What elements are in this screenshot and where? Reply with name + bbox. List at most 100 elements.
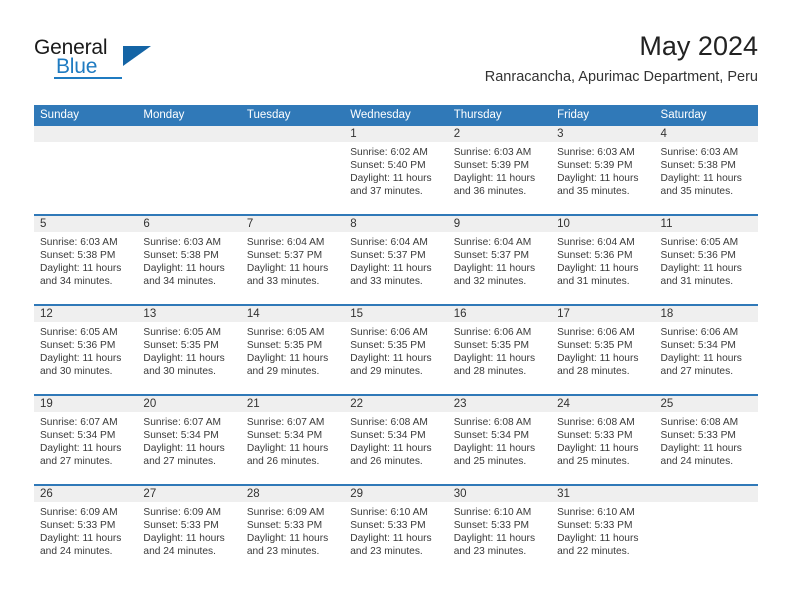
day-sunset-text: Sunset: 5:33 PM bbox=[246, 520, 323, 532]
logo-word-blue: Blue bbox=[56, 55, 98, 78]
calendar-day-cell[interactable]: 9 Sunrise: 6:04 AM Sunset: 5:37 PM Daylight… bbox=[447, 216, 552, 304]
day-sunset-text: Sunset: 5:34 PM bbox=[143, 430, 219, 442]
day-daylight2-text: and 26 minutes. bbox=[246, 456, 320, 468]
day-number-band bbox=[137, 216, 241, 232]
day-number: 24 bbox=[557, 398, 570, 410]
weekday-header-friday: Friday bbox=[557, 109, 590, 121]
day-daylight2-text: and 23 minutes. bbox=[246, 546, 320, 558]
day-sunset-text: Sunset: 5:33 PM bbox=[660, 430, 736, 442]
day-sunrise-text: Sunrise: 6:04 AM bbox=[246, 237, 325, 248]
day-daylight1-text: Daylight: 11 hours bbox=[557, 443, 639, 455]
day-daylight1-text: Daylight: 11 hours bbox=[143, 263, 225, 275]
day-sunrise-text: Sunrise: 6:04 AM bbox=[557, 237, 635, 248]
title-block: May 2024 Ranracancha, Apurimac Departmen… bbox=[485, 30, 758, 86]
weekday-header-saturday: Saturday bbox=[660, 109, 707, 121]
day-daylight2-text: and 25 minutes. bbox=[557, 456, 630, 468]
day-sun-info: Sunrise: 6:04 AM Sunset: 5:37 PM Daylight:… bbox=[448, 232, 551, 288]
calendar-day-cell[interactable]: 15 Sunrise: 6:06 AM Sunset: 5:35 PM Dayligh… bbox=[344, 306, 448, 394]
day-daylight1-text: Daylight: 11 hours bbox=[246, 263, 329, 275]
day-daylight1-text: Daylight: 11 hours bbox=[40, 353, 122, 365]
day-number: 31 bbox=[557, 488, 570, 500]
weekday-header-thursday: Thursday bbox=[453, 109, 502, 121]
general-blue-logo[interactable]: General Blue bbox=[34, 36, 164, 84]
calendar-day-cell[interactable]: 16 Sunrise: 6:06 AM Sunset: 5:35 PM Dayligh… bbox=[447, 306, 552, 394]
day-number: 2 bbox=[453, 128, 461, 140]
day-daylight1-text: Daylight: 11 hours bbox=[557, 263, 639, 275]
calendar-day-cell[interactable]: 17 Sunrise: 6:06 AM Sunset: 5:35 PM Dayligh… bbox=[551, 306, 655, 394]
day-sun-info: Sunrise: 6:03 AM Sunset: 5:39 PM Daylight:… bbox=[551, 142, 654, 198]
calendar-day-cell-empty bbox=[137, 126, 241, 214]
day-sunset-text: Sunset: 5:34 PM bbox=[660, 340, 736, 352]
calendar-day-cell[interactable]: 10 Sunrise: 6:04 AM Sunset: 5:36 PM Dayligh… bbox=[551, 216, 655, 304]
day-sun-info: Sunrise: 6:07 AM Sunset: 5:34 PM Daylight:… bbox=[241, 412, 344, 468]
calendar-grid: Sunday Monday Tuesday Wednesday Thursday… bbox=[34, 105, 758, 574]
day-daylight1-text: Daylight: 11 hours bbox=[453, 173, 536, 185]
day-number: 13 bbox=[143, 308, 157, 320]
calendar-week-inner: 5 Sunrise: 6:03 AM Sunset: 5:38 PM Daylight… bbox=[34, 216, 758, 304]
day-number: 21 bbox=[246, 398, 260, 410]
calendar-day-cell[interactable]: 7 Sunrise: 6:04 AM Sunset: 5:37 PM Daylight… bbox=[240, 216, 345, 304]
calendar-day-cell[interactable]: 22 Sunrise: 6:08 AM Sunset: 5:34 PM Dayligh… bbox=[344, 396, 448, 484]
day-sunset-text: Sunset: 5:38 PM bbox=[660, 160, 736, 172]
day-sunrise-text: Sunrise: 6:07 AM bbox=[40, 417, 118, 428]
calendar-day-cell[interactable]: 20 Sunrise: 6:07 AM Sunset: 5:34 PM Dayligh… bbox=[137, 396, 241, 484]
calendar-day-cell[interactable]: 4 Sunrise: 6:03 AM Sunset: 5:38 PM Daylight… bbox=[654, 126, 758, 214]
calendar-day-cell[interactable]: 6 Sunrise: 6:03 AM Sunset: 5:38 PM Daylight… bbox=[137, 216, 241, 304]
day-sun-info: Sunrise: 6:07 AM Sunset: 5:34 PM Daylight:… bbox=[34, 412, 137, 468]
calendar-day-cell[interactable]: 14 Sunrise: 6:05 AM Sunset: 5:35 PM Dayligh… bbox=[240, 306, 345, 394]
day-sun-info: Sunrise: 6:08 AM Sunset: 5:34 PM Daylight:… bbox=[344, 412, 447, 468]
calendar-day-cell[interactable]: 27 Sunrise: 6:09 AM Sunset: 5:33 PM Dayligh… bbox=[137, 486, 241, 574]
day-sunset-text: Sunset: 5:33 PM bbox=[40, 520, 116, 532]
calendar-day-cell[interactable]: 26 Sunrise: 6:09 AM Sunset: 5:33 PM Dayligh… bbox=[34, 486, 138, 574]
day-number: 26 bbox=[40, 488, 53, 500]
day-sun-info: Sunrise: 6:06 AM Sunset: 5:35 PM Daylight:… bbox=[344, 322, 447, 378]
calendar-day-cell[interactable]: 5 Sunrise: 6:03 AM Sunset: 5:38 PM Daylight… bbox=[34, 216, 138, 304]
calendar-day-cell[interactable]: 29 Sunrise: 6:10 AM Sunset: 5:33 PM Dayligh… bbox=[344, 486, 448, 574]
day-daylight1-text: Daylight: 11 hours bbox=[246, 443, 329, 455]
calendar-day-cell[interactable]: 30 Sunrise: 6:10 AM Sunset: 5:33 PM Dayligh… bbox=[447, 486, 552, 574]
day-number: 8 bbox=[350, 218, 357, 230]
day-sun-info: Sunrise: 6:03 AM Sunset: 5:38 PM Daylight:… bbox=[137, 232, 240, 288]
day-number: 17 bbox=[557, 308, 570, 320]
day-sunrise-text: Sunrise: 6:08 AM bbox=[350, 417, 428, 428]
day-sunrise-text: Sunrise: 6:08 AM bbox=[660, 417, 739, 428]
day-daylight1-text: Daylight: 11 hours bbox=[246, 533, 329, 545]
day-sunset-text: Sunset: 5:40 PM bbox=[350, 160, 426, 172]
day-number-band bbox=[447, 216, 552, 232]
day-sun-info: Sunrise: 6:03 AM Sunset: 5:39 PM Daylight:… bbox=[448, 142, 551, 198]
calendar-week-row: 12 Sunrise: 6:05 AM Sunset: 5:36 PM Dayligh… bbox=[34, 304, 758, 394]
day-sunrise-text: Sunrise: 6:08 AM bbox=[557, 417, 635, 428]
calendar-day-cell[interactable]: 18 Sunrise: 6:06 AM Sunset: 5:34 PM Dayligh… bbox=[654, 306, 758, 394]
calendar-day-cell[interactable]: 2 Sunrise: 6:03 AM Sunset: 5:39 PM Daylight… bbox=[447, 126, 552, 214]
calendar-day-cell[interactable]: 24 Sunrise: 6:08 AM Sunset: 5:33 PM Dayligh… bbox=[551, 396, 655, 484]
calendar-day-cell[interactable]: 3 Sunrise: 6:03 AM Sunset: 5:39 PM Daylight… bbox=[551, 126, 655, 214]
day-daylight2-text: and 28 minutes. bbox=[453, 366, 527, 378]
page-title: May 2024 bbox=[639, 31, 758, 61]
calendar-day-cell[interactable]: 25 Sunrise: 6:08 AM Sunset: 5:33 PM Dayligh… bbox=[654, 396, 758, 484]
calendar-day-cell[interactable]: 28 Sunrise: 6:09 AM Sunset: 5:33 PM Dayligh… bbox=[240, 486, 345, 574]
day-number: 4 bbox=[660, 128, 667, 140]
calendar-day-cell[interactable]: 11 Sunrise: 6:05 AM Sunset: 5:36 PM Dayligh… bbox=[654, 216, 758, 304]
day-number: 20 bbox=[143, 398, 157, 410]
day-number-band bbox=[344, 126, 448, 142]
day-sunset-text: Sunset: 5:39 PM bbox=[453, 160, 530, 172]
day-number: 27 bbox=[143, 488, 157, 500]
day-daylight1-text: Daylight: 11 hours bbox=[143, 353, 225, 365]
calendar-day-cell[interactable]: 13 Sunrise: 6:05 AM Sunset: 5:35 PM Dayligh… bbox=[137, 306, 241, 394]
calendar-day-cell[interactable]: 21 Sunrise: 6:07 AM Sunset: 5:34 PM Dayligh… bbox=[240, 396, 345, 484]
day-daylight2-text: and 29 minutes. bbox=[246, 366, 320, 378]
calendar-day-cell[interactable]: 31 Sunrise: 6:10 AM Sunset: 5:33 PM Dayligh… bbox=[551, 486, 655, 574]
calendar-day-cell[interactable]: 12 Sunrise: 6:05 AM Sunset: 5:36 PM Dayligh… bbox=[34, 306, 138, 394]
calendar-day-cell[interactable]: 23 Sunrise: 6:08 AM Sunset: 5:34 PM Dayligh… bbox=[447, 396, 552, 484]
calendar-day-cell[interactable]: 1 Sunrise: 6:02 AM Sunset: 5:40 PM Daylight… bbox=[344, 126, 448, 214]
calendar-day-cell[interactable]: 8 Sunrise: 6:04 AM Sunset: 5:37 PM Daylight… bbox=[344, 216, 448, 304]
day-sunrise-text: Sunrise: 6:07 AM bbox=[246, 417, 325, 428]
day-daylight1-text: Daylight: 11 hours bbox=[350, 533, 432, 545]
day-sunrise-text: Sunrise: 6:09 AM bbox=[143, 507, 222, 518]
weekday-header-row: Sunday Monday Tuesday Wednesday Thursday… bbox=[34, 105, 758, 126]
calendar-week-inner: 1 Sunrise: 6:02 AM Sunset: 5:40 PM Daylight… bbox=[34, 126, 758, 214]
day-daylight2-text: and 24 minutes. bbox=[40, 546, 113, 558]
calendar-day-cell[interactable]: 19 Sunrise: 6:07 AM Sunset: 5:34 PM Dayligh… bbox=[34, 396, 138, 484]
day-sunrise-text: Sunrise: 6:06 AM bbox=[557, 327, 635, 338]
day-number: 25 bbox=[660, 398, 674, 410]
